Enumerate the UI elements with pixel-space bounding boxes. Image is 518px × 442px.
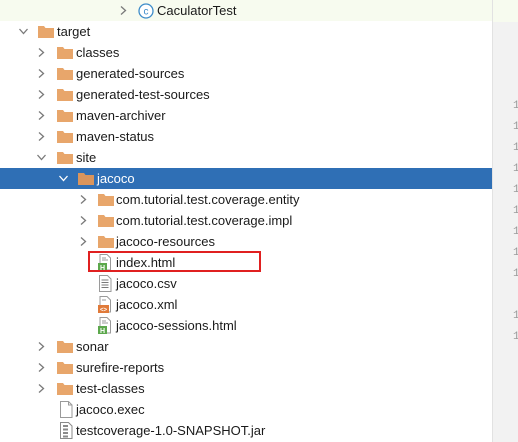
folder-icon <box>98 215 114 227</box>
tree-item-label: CaculatorTest <box>157 3 237 18</box>
chevron-right-icon[interactable] <box>79 216 88 225</box>
line-number: 1 <box>513 163 518 175</box>
tree-row-classes[interactable]: classes <box>0 42 492 63</box>
line-number: 1 <box>513 247 518 259</box>
tree-row-site[interactable]: site <box>0 147 492 168</box>
line-number: 1 <box>513 100 518 112</box>
chevron-right-icon[interactable] <box>37 132 46 141</box>
html-file-icon: H <box>98 254 111 271</box>
generic-file-icon <box>60 401 73 418</box>
folder-icon <box>57 362 73 374</box>
tree-row-pkg-entity[interactable]: com.tutorial.test.coverage.entity <box>0 189 492 210</box>
tree-row-maven-status[interactable]: maven-status <box>0 126 492 147</box>
tree-row-maven-archiver[interactable]: maven-archiver <box>0 105 492 126</box>
tree-row-target[interactable]: target <box>0 21 492 42</box>
tree-item-label: index.html <box>116 255 176 270</box>
line-number: 1 <box>513 205 518 217</box>
jar-file-icon <box>60 422 73 439</box>
tree-item-label: generated-sources <box>76 66 185 81</box>
tree-row-pkg-impl[interactable]: com.tutorial.test.coverage.impl <box>0 210 492 231</box>
folder-icon <box>57 110 73 122</box>
tree-item-label: jacoco <box>97 171 135 186</box>
tree-row-jacoco-resources[interactable]: jacoco-resources <box>0 231 492 252</box>
tree-row-test-classes[interactable]: test-classes <box>0 378 492 399</box>
line-number: 1 <box>513 121 518 133</box>
text-file-icon <box>99 275 112 292</box>
tree-item-label: jacoco-resources <box>116 234 215 249</box>
chevron-right-icon[interactable] <box>79 237 88 246</box>
folder-icon <box>57 383 73 395</box>
tree-row-generated-sources[interactable]: generated-sources <box>0 63 492 84</box>
chevron-right-icon[interactable] <box>79 195 88 204</box>
line-number: 1 <box>513 142 518 154</box>
chevron-right-icon[interactable] <box>119 6 128 15</box>
chevron-right-icon[interactable] <box>37 111 46 120</box>
folder-icon <box>38 26 54 38</box>
tree-item-label: test-classes <box>76 381 145 396</box>
line-number: 1 <box>513 268 518 280</box>
chevron-right-icon[interactable] <box>37 48 46 57</box>
folder-icon <box>57 68 73 80</box>
tree-item-label: jacoco.csv <box>116 276 177 291</box>
line-number: 1 <box>513 331 518 343</box>
tree-row-generated-test-sources[interactable]: generated-test-sources <box>0 84 492 105</box>
tree-item-label: site <box>76 150 97 165</box>
folder-icon <box>57 341 73 353</box>
editor-gutter-top <box>492 0 518 22</box>
chevron-right-icon[interactable] <box>37 384 46 393</box>
chevron-right-icon[interactable] <box>37 69 46 78</box>
svg-text:H: H <box>100 328 105 334</box>
tree-item-label: generated-test-sources <box>76 87 210 102</box>
folder-icon <box>78 173 94 185</box>
chevron-down-icon[interactable] <box>59 174 68 183</box>
tree-item-label: jacoco.exec <box>76 402 145 417</box>
svg-text:<>: <> <box>100 308 108 314</box>
tree-item-label: jacoco-sessions.html <box>116 318 237 333</box>
tree-row-sonar[interactable]: sonar <box>0 336 492 357</box>
tree-item-label: surefire-reports <box>76 360 165 375</box>
tree-item-label: maven-archiver <box>76 108 166 123</box>
folder-icon <box>98 194 114 206</box>
xml-file-icon: <> <box>98 296 111 314</box>
html-file-icon: H <box>98 317 111 334</box>
svg-text:c: c <box>144 7 149 18</box>
tree-row-jacoco-csv[interactable]: jacoco.csv <box>0 273 492 294</box>
tree-item-label: sonar <box>76 339 109 354</box>
tree-row-jacoco-xml[interactable]: <> jacoco.xml <box>0 294 492 315</box>
chevron-right-icon[interactable] <box>37 90 46 99</box>
chevron-right-icon[interactable] <box>37 363 46 372</box>
line-number: 1 <box>513 184 518 196</box>
tree-item-label: classes <box>76 45 120 60</box>
tree-row-index-html[interactable]: H index.html <box>0 252 492 273</box>
folder-icon <box>57 89 73 101</box>
chevron-right-icon[interactable] <box>37 342 46 351</box>
line-number: 1 <box>513 226 518 238</box>
folder-icon <box>57 152 73 164</box>
folder-icon <box>57 47 73 59</box>
tree-row-jacoco[interactable]: jacoco <box>0 168 492 189</box>
chevron-down-icon[interactable] <box>37 153 46 162</box>
tree-item-label: jacoco.xml <box>116 297 178 312</box>
tree-item-label: com.tutorial.test.coverage.entity <box>116 192 300 207</box>
project-tree: c CaculatorTest target classes generated… <box>0 0 492 442</box>
tree-row-surefire-reports[interactable]: surefire-reports <box>0 357 492 378</box>
svg-text:H: H <box>100 265 105 271</box>
chevron-down-icon[interactable] <box>19 27 28 36</box>
line-number: 1 <box>513 310 518 322</box>
tree-row-jacoco-sessions-html[interactable]: H jacoco-sessions.html <box>0 315 492 336</box>
folder-icon <box>57 131 73 143</box>
tree-row-caculatortest[interactable]: c CaculatorTest <box>0 0 492 21</box>
editor-gutter: 1 1 1 1 1 1 1 1 1 1 1 <box>492 0 518 442</box>
tree-item-label: maven-status <box>76 129 155 144</box>
class-c-icon: c <box>138 3 154 19</box>
tree-row-jacoco-exec[interactable]: jacoco.exec <box>0 399 492 420</box>
tree-row-jar[interactable]: testcoverage-1.0-SNAPSHOT.jar <box>0 420 492 441</box>
tree-item-label: com.tutorial.test.coverage.impl <box>116 213 293 228</box>
tree-item-label: testcoverage-1.0-SNAPSHOT.jar <box>76 423 266 438</box>
folder-icon <box>98 236 114 248</box>
tree-item-label: target <box>57 24 91 39</box>
